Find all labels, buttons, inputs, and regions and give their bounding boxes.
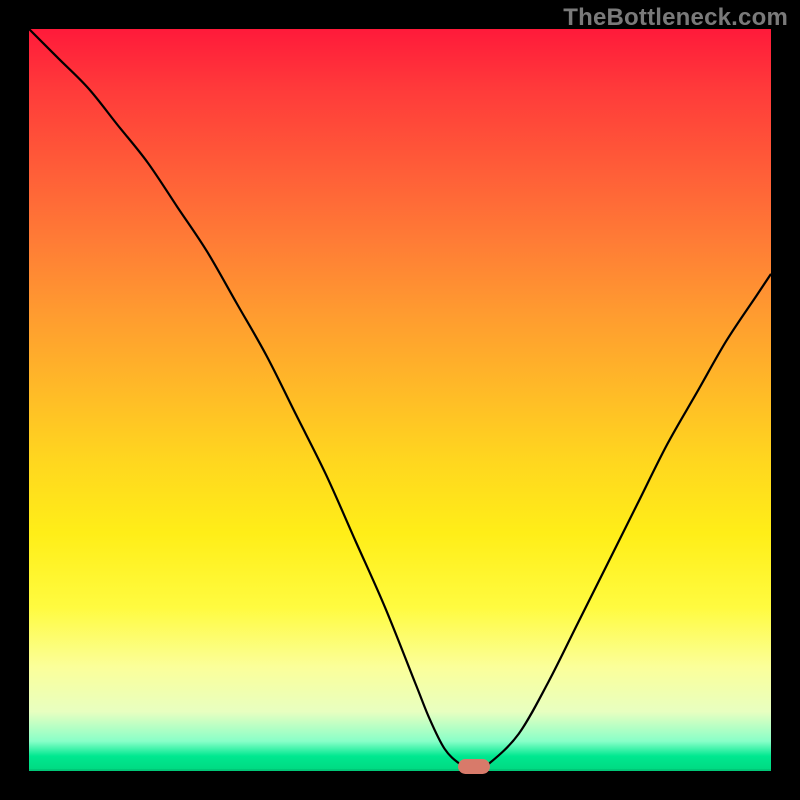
optimal-marker (458, 759, 490, 774)
chart-area (29, 29, 771, 771)
bottleneck-curve (29, 29, 771, 771)
watermark-text: TheBottleneck.com (563, 4, 788, 32)
